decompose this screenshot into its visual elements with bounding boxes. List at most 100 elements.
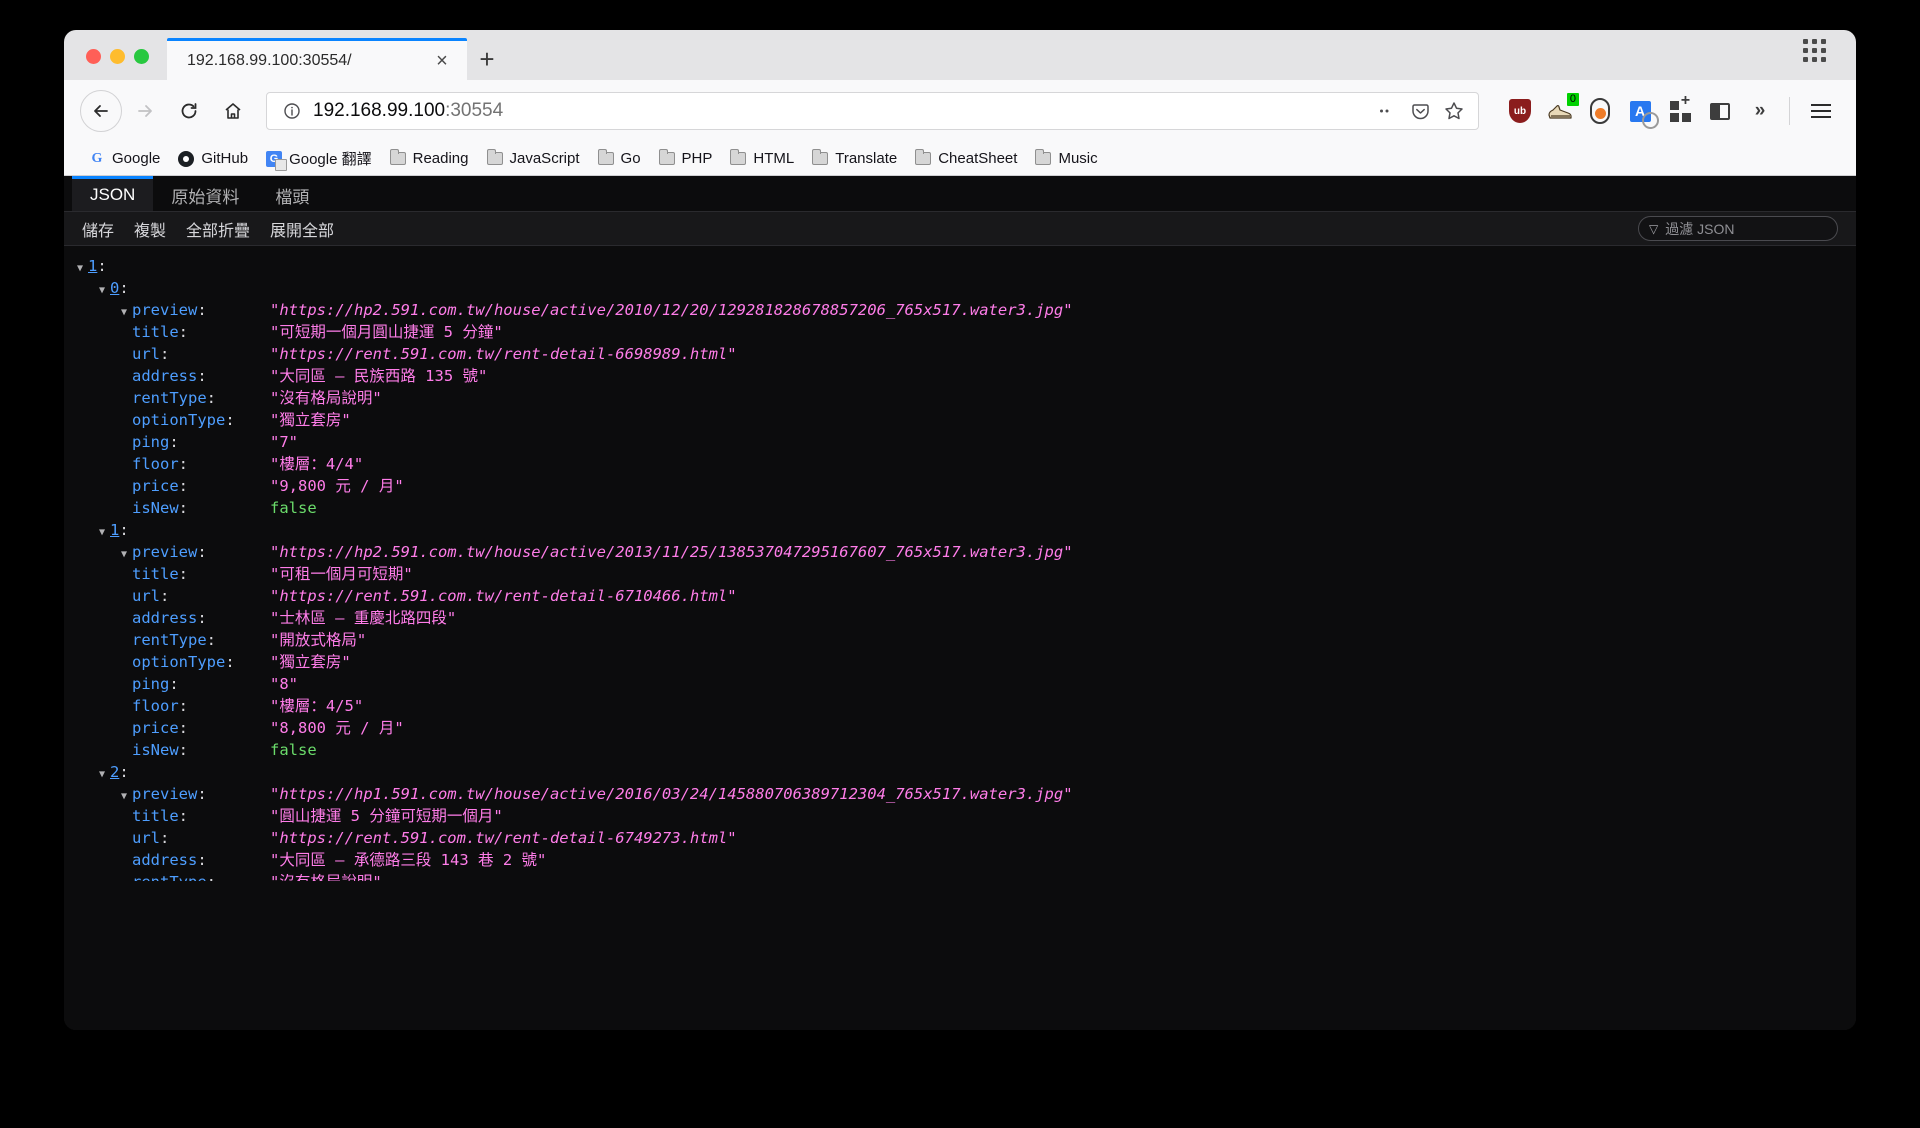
address-bar-actions xyxy=(1370,96,1470,126)
chevron-down-icon[interactable]: ▼ xyxy=(72,257,88,282)
json-value: false xyxy=(270,741,317,759)
json-row-title: title: "可租一個月可短期" xyxy=(64,562,1856,584)
home-icon[interactable] xyxy=(212,90,254,132)
json-row-renttype: rentType: "沒有格局說明" xyxy=(64,386,1856,408)
bookmark-folder-music[interactable]: Music xyxy=(1026,147,1106,170)
collapse-all-button[interactable]: 全部折疊 xyxy=(178,214,258,244)
filter-json-input[interactable]: ▽ 過濾 JSON xyxy=(1638,216,1838,241)
json-colon: : xyxy=(178,807,189,825)
copy-button[interactable]: 複製 xyxy=(126,214,174,244)
json-key: floor xyxy=(132,455,179,473)
bookmark-folder-reading[interactable]: Reading xyxy=(381,147,478,170)
json-key: address xyxy=(132,367,198,385)
save-button[interactable]: 儲存 xyxy=(74,214,122,244)
extension-icons: ub 0 A » xyxy=(1493,92,1779,130)
bookmark-folder-go[interactable]: Go xyxy=(589,147,650,170)
json-key: optionType xyxy=(132,411,226,429)
json-key: 1 xyxy=(88,257,98,275)
json-colon: : xyxy=(160,587,170,605)
json-colon: : xyxy=(178,565,189,583)
github-icon xyxy=(178,150,195,167)
tab-raw-data[interactable]: 原始資料 xyxy=(153,176,257,211)
ublock-glyph: ub xyxy=(1509,99,1531,123)
json-value: "大同區 – 民族西路 135 號" xyxy=(270,367,488,385)
app-grid-icon[interactable] xyxy=(1803,39,1856,80)
browser-window: 192.168.99.100:30554/ × + 192.168.99.100… xyxy=(64,30,1856,1030)
reload-icon[interactable] xyxy=(168,90,210,132)
expand-all-button[interactable]: 展開全部 xyxy=(262,214,342,244)
json-value: "大同區 – 承德路三段 143 巷 2 號" xyxy=(270,851,547,869)
chevron-down-icon[interactable]: ▼ xyxy=(116,785,132,810)
json-colon: : xyxy=(197,367,207,385)
json-tree[interactable]: ▼ 1: ▼ 0: ▼ preview: "https://hp2.591.co… xyxy=(64,246,1856,1030)
bookmark-label: Google 翻譯 xyxy=(289,151,372,168)
json-value: "https://hp2.591.com.tw/house/active/201… xyxy=(270,543,1073,561)
bookmark-folder-javascript[interactable]: JavaScript xyxy=(478,147,589,170)
json-node-item[interactable]: ▼ 2: xyxy=(64,760,1856,782)
reader-sidebar-icon[interactable] xyxy=(1701,92,1739,130)
json-key: address xyxy=(132,851,198,869)
chevron-down-icon[interactable]: ▼ xyxy=(94,279,110,304)
json-node-item[interactable]: ▼ 1: xyxy=(64,518,1856,540)
url-port: :30554 xyxy=(445,100,504,121)
json-colon: : xyxy=(119,279,129,297)
tab-headers[interactable]: 檔頭 xyxy=(257,176,327,211)
translate-extension-icon[interactable]: A xyxy=(1621,92,1659,130)
json-row-renttype: rentType: "沒有格局說明" xyxy=(64,870,1856,881)
pocket-like-extension-icon[interactable] xyxy=(1581,92,1619,130)
json-colon: : xyxy=(178,499,189,517)
bookmark-folder-html[interactable]: HTML xyxy=(721,147,803,170)
json-row-address: address: "大同區 – 承德路三段 143 巷 2 號" xyxy=(64,848,1856,870)
folder-icon xyxy=(597,149,614,165)
json-value: "獨立套房" xyxy=(270,411,351,429)
chevron-down-icon[interactable]: ▼ xyxy=(116,301,132,326)
json-row-isnew: isNew: false xyxy=(64,738,1856,760)
json-value: "https://rent.591.com.tw/rent-detail-671… xyxy=(270,587,737,605)
bookmark-google-translate[interactable]: G Google 翻譯 xyxy=(257,145,381,172)
bookmark-folder-php[interactable]: PHP xyxy=(650,147,722,170)
chevron-down-icon[interactable]: ▼ xyxy=(94,763,110,788)
page-info-icon[interactable] xyxy=(279,98,305,124)
add-extension-icon[interactable] xyxy=(1661,92,1699,130)
chevron-down-icon[interactable]: ▼ xyxy=(116,543,132,568)
shoe-extension-icon[interactable]: 0 xyxy=(1541,92,1579,130)
url-text[interactable]: 192.168.99.100:30554 xyxy=(305,100,1370,122)
minimize-window-button[interactable] xyxy=(110,49,125,64)
overflow-chevron-icon[interactable]: » xyxy=(1741,92,1779,130)
bookmark-folder-translate[interactable]: Translate xyxy=(803,147,906,170)
json-value: "https://hp2.591.com.tw/house/active/201… xyxy=(270,301,1073,319)
bookmark-folder-cheatsheet[interactable]: CheatSheet xyxy=(906,147,1026,170)
json-key: rentType xyxy=(132,873,207,881)
close-window-button[interactable] xyxy=(86,49,101,64)
new-tab-button[interactable]: + xyxy=(467,38,507,80)
json-key: title xyxy=(132,323,179,341)
json-key: title xyxy=(132,807,179,825)
app-menu-icon[interactable] xyxy=(1800,90,1842,132)
json-colon: : xyxy=(169,675,179,693)
json-colon: : xyxy=(178,323,189,341)
back-icon[interactable] xyxy=(80,90,122,132)
chevron-down-icon[interactable]: ▼ xyxy=(94,521,110,546)
tab-json[interactable]: JSON xyxy=(72,176,154,211)
json-row-url: url: "https://rent.591.com.tw/rent-detai… xyxy=(64,826,1856,848)
address-bar[interactable]: 192.168.99.100:30554 xyxy=(266,92,1479,130)
bookmark-star-icon[interactable] xyxy=(1438,96,1470,126)
json-value: "7" xyxy=(270,433,298,451)
ublock-origin-icon[interactable]: ub xyxy=(1501,92,1539,130)
google-icon: G xyxy=(91,150,103,166)
folder-icon xyxy=(915,149,932,165)
json-node-item[interactable]: ▼ 0: xyxy=(64,276,1856,298)
json-colon: : xyxy=(169,433,179,451)
bookmark-google[interactable]: G Google xyxy=(80,147,169,170)
json-colon: : xyxy=(225,653,235,671)
json-colon: : xyxy=(160,345,170,363)
page-actions-icon[interactable] xyxy=(1370,96,1402,126)
close-icon[interactable]: × xyxy=(429,48,455,74)
maximize-window-button[interactable] xyxy=(134,49,149,64)
folder-icon xyxy=(1035,149,1052,165)
json-value: "士林區 – 重慶北路四段" xyxy=(270,609,457,627)
bookmark-github[interactable]: GitHub xyxy=(169,147,257,170)
json-node-root[interactable]: ▼ 1: xyxy=(64,254,1856,276)
save-to-pocket-icon[interactable] xyxy=(1404,96,1436,126)
browser-tab[interactable]: 192.168.99.100:30554/ × xyxy=(167,38,467,80)
